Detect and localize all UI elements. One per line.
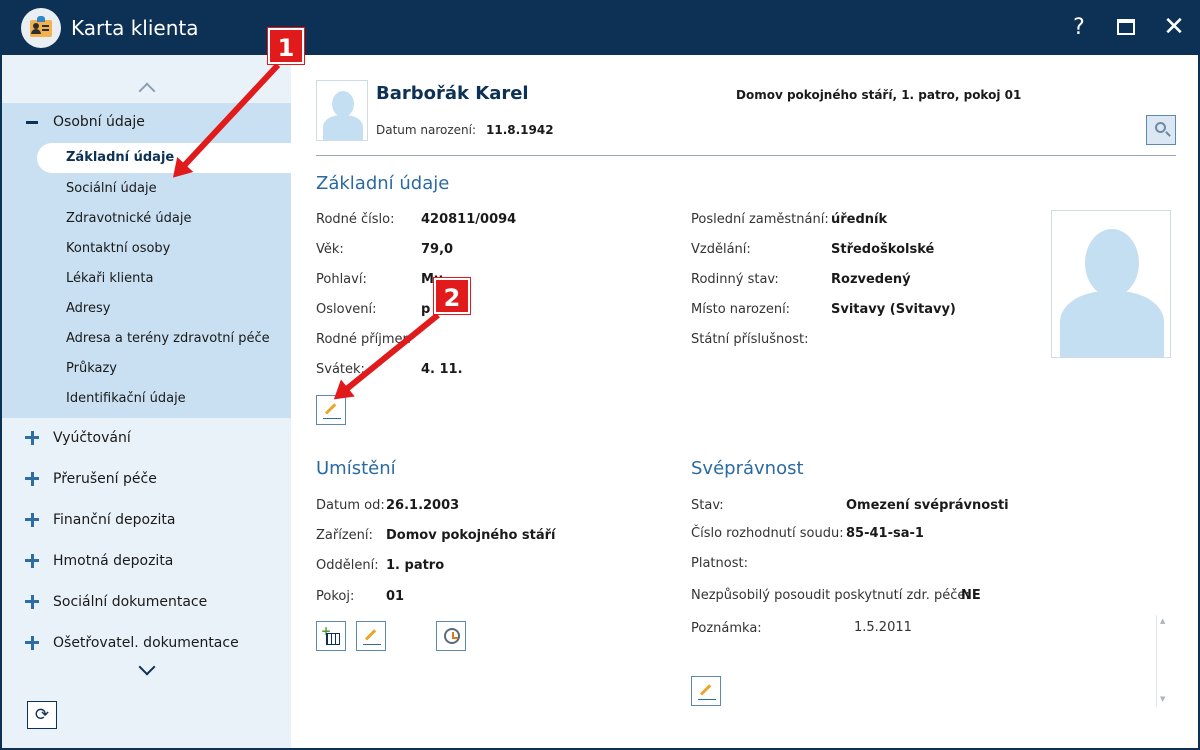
sidebar-subitem-prukazy[interactable]: Průkazy <box>66 361 117 376</box>
field-value: 85-41-sa-1 <box>846 526 924 541</box>
client-card-icon <box>21 8 61 48</box>
collapse-minus-icon <box>26 115 40 129</box>
search-icon <box>1155 122 1166 133</box>
sidebar-item-hmotna-depozita[interactable]: Hmotná depozita <box>2 542 291 582</box>
field-value: úředník <box>831 212 888 227</box>
sidebar-item-vyuctovani[interactable]: Vyúčtování <box>2 419 291 459</box>
pencil-icon <box>324 403 337 415</box>
client-photo <box>1051 210 1171 358</box>
maximize-button[interactable] <box>1109 10 1143 44</box>
field-value: 26.1.2003 <box>386 498 460 513</box>
client-location: Domov pokojného stáří, 1. patro, pokoj 0… <box>736 88 1022 102</box>
note-value: 1.5.2011 <box>854 620 912 635</box>
field-value: Středoškolské <box>831 242 935 257</box>
field-value: Rozvedený <box>831 272 911 287</box>
expand-plus-icon <box>25 472 40 486</box>
sidebar-item-preruseni-pece[interactable]: Přerušení péče <box>2 460 291 500</box>
placement-history-button[interactable] <box>436 621 466 651</box>
field-value: 79,0 <box>421 242 454 257</box>
field-label: Rodné číslo: <box>316 212 395 227</box>
field-label: Poznámka: <box>691 621 762 636</box>
field-label: Oslovení: <box>316 302 377 317</box>
field-label: Rodinný stav: <box>691 272 779 287</box>
sidebar-subitem-adresy[interactable]: Adresy <box>66 301 110 316</box>
expand-plus-icon <box>25 595 40 609</box>
pencil-icon <box>699 684 712 696</box>
scroll-down-icon[interactable] <box>136 661 160 677</box>
history-icon <box>444 628 460 644</box>
field-value: 4. 11. <box>421 362 463 377</box>
main-content: Barbořák Karel Datum narození: 11.8.1942… <box>291 55 1198 748</box>
edit-capacity-button[interactable] <box>691 676 721 706</box>
calendar-icon <box>326 633 340 645</box>
window-title: Karta klienta <box>71 16 199 40</box>
field-label: Pohlaví: <box>316 272 367 287</box>
header-divider <box>316 155 1176 156</box>
field-label: Platnost: <box>691 556 748 571</box>
sidebar-subitem-socialni-udaje[interactable]: Sociální údaje <box>66 181 157 196</box>
field-label: Oddělení: <box>316 558 379 573</box>
sidebar-subitem-lekari-klienta[interactable]: Lékaři klienta <box>66 271 153 286</box>
sidebar-item-socialni-dokumentace[interactable]: Sociální dokumentace <box>2 583 291 623</box>
section-title-basic: Základní údaje <box>316 173 450 194</box>
help-button[interactable]: ? <box>1062 10 1096 44</box>
search-button[interactable] <box>1146 115 1176 145</box>
section-title-placement: Umístění <box>316 458 396 479</box>
field-label: Pokoj: <box>316 589 355 604</box>
field-label: Vzdělání: <box>691 242 751 257</box>
sidebar-subitem-zakladni-udaje[interactable]: Základní údaje <box>37 143 291 173</box>
sidebar: Osobní údaje Základní údaje Sociální úda… <box>2 55 291 748</box>
expand-plus-icon <box>25 636 40 650</box>
note-scrollbar[interactable]: ▲ ▼ <box>1156 615 1168 707</box>
sidebar-group-label: Osobní údaje <box>53 114 145 130</box>
scroll-up-icon[interactable] <box>136 81 160 97</box>
sidebar-item-osobni-udaje[interactable]: Osobní údaje <box>2 103 291 143</box>
field-label: Zařízení: <box>316 528 373 543</box>
scroll-up-icon[interactable]: ▲ <box>1160 617 1165 625</box>
expand-plus-icon <box>25 431 40 445</box>
field-value: 01 <box>386 589 405 604</box>
field-label: Poslední zaměstnání: <box>691 212 829 227</box>
field-value: Svitavy (Svitavy) <box>831 302 956 317</box>
close-button[interactable]: ✕ <box>1157 10 1191 44</box>
field-value: p <box>421 302 431 317</box>
maximize-icon <box>1117 19 1135 35</box>
sidebar-subitem-kontaktni-osoby[interactable]: Kontaktní osoby <box>66 241 170 256</box>
field-value: NE <box>961 588 981 603</box>
sidebar-subitem-adresa-tereny[interactable]: Adresa a terény zdravotní péče <box>66 331 270 346</box>
add-placement-button[interactable]: + <box>316 621 346 651</box>
dob-label: Datum narození: <box>376 123 477 137</box>
edit-placement-button[interactable] <box>356 621 386 651</box>
field-label: Nezpůsobilý posoudit poskytnutí zdr. péč… <box>691 588 970 603</box>
title-bar: Karta klienta ? ✕ <box>0 0 1200 55</box>
client-avatar <box>316 80 368 141</box>
refresh-button[interactable]: ⟳ <box>27 701 57 729</box>
scroll-down-icon[interactable]: ▼ <box>1160 695 1165 703</box>
field-label: Místo narození: <box>691 302 791 317</box>
field-value: Domov pokojného stáří <box>386 528 556 543</box>
field-value: 1. patro <box>386 558 445 573</box>
expand-plus-icon <box>25 513 40 527</box>
expand-plus-icon <box>25 554 40 568</box>
field-label: Státní příslušnost: <box>691 332 809 347</box>
field-value: Omezení svéprávnosti <box>846 498 1009 513</box>
sidebar-item-financni-depozita[interactable]: Finanční depozita <box>2 501 291 541</box>
section-title-capacity: Svéprávnost <box>691 458 804 479</box>
field-label: Stav: <box>691 498 724 513</box>
field-label: Věk: <box>316 242 344 257</box>
field-label: Datum od: <box>316 498 385 513</box>
pencil-icon <box>364 629 377 641</box>
annotation-badge-2: 2 <box>434 278 470 314</box>
field-value: 420811/0094 <box>421 212 517 227</box>
dob-value: 11.8.1942 <box>486 123 554 137</box>
sidebar-subitem-identifikacni-udaje[interactable]: Identifikační údaje <box>66 391 186 406</box>
annotation-badge-1: 1 <box>268 28 304 64</box>
sidebar-subitem-zdravotnicke-udaje[interactable]: Zdravotnické údaje <box>66 211 191 226</box>
client-name: Barbořák Karel <box>376 83 529 104</box>
field-label: Číslo rozhodnutí soudu: <box>691 526 844 541</box>
